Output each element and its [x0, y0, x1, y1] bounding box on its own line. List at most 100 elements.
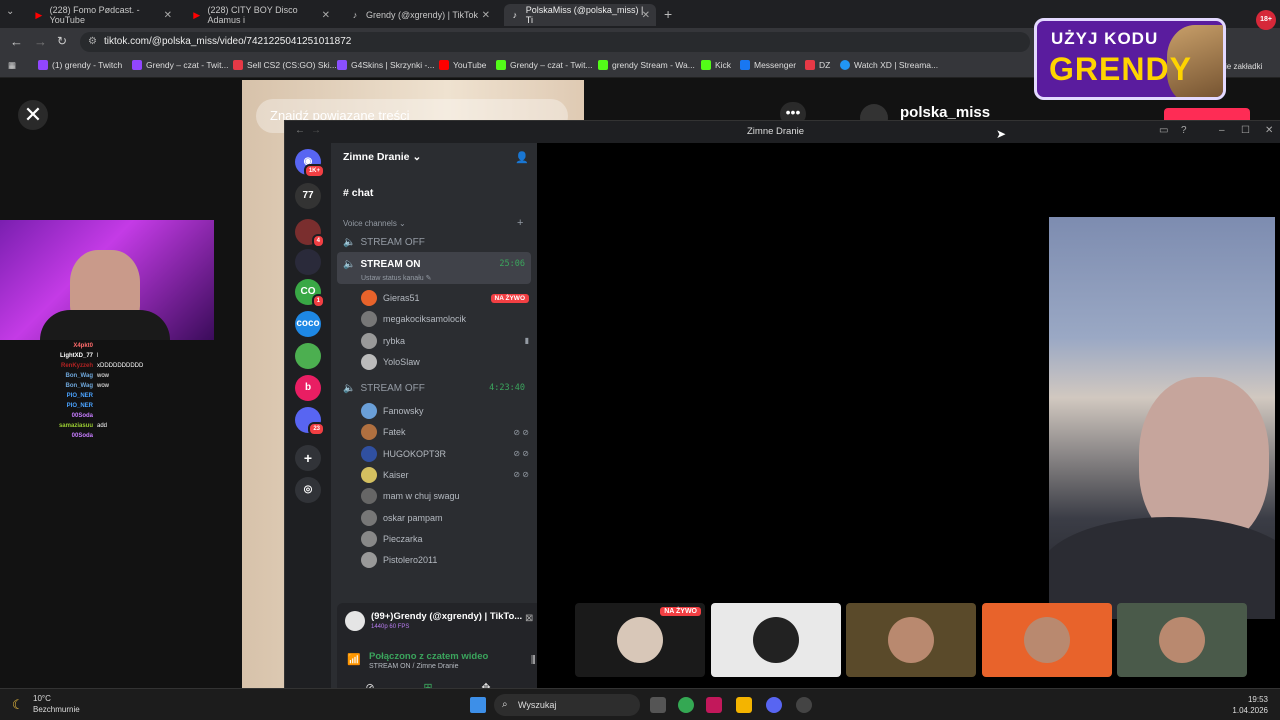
mute-deafen-icon: ⊘ ⊘	[513, 427, 529, 437]
server-icon[interactable]: coco	[295, 311, 321, 337]
voice-channel-stream-on[interactable]: 🔈 STREAM ON 25:06	[343, 259, 529, 270]
tab-tiktok-grendy[interactable]: ♪ Grendy (@xgrendy) | TikTok ✕	[344, 4, 496, 26]
server-label: b	[304, 382, 312, 393]
connection-status[interactable]: Połączono z czatem wideo	[369, 651, 488, 662]
voice-channel-stream-off-1[interactable]: 🔈 STREAM OFF	[343, 237, 529, 248]
streamer-body	[40, 310, 170, 340]
voice-channel-stream-off-2[interactable]: 🔈 STREAM OFF 4:23:40	[343, 383, 529, 394]
close-tab-icon[interactable]: ✕	[642, 10, 650, 21]
close-tab-icon[interactable]: ✕	[482, 10, 490, 21]
task-view-icon[interactable]	[650, 697, 666, 713]
forward-icon[interactable]: →	[34, 34, 47, 49]
url-field[interactable]: ⚙ tiktok.com/@polska_miss/video/74212250…	[80, 32, 1030, 52]
bookmark-2[interactable]: Grendy – czat - Twit...	[132, 60, 229, 70]
add-member-icon[interactable]: 👤	[515, 151, 529, 164]
app-icon[interactable]	[706, 697, 722, 713]
bookmark-5[interactable]: YouTube	[439, 60, 486, 70]
signal-icon[interactable]: 📶	[347, 653, 361, 666]
guild-name[interactable]: Zimne Dranie ⌄	[343, 151, 421, 163]
bookmark-11[interactable]: Watch XD | Streama...	[840, 60, 938, 70]
bookmark-6[interactable]: Grendy – czat - Twit...	[496, 60, 593, 70]
discover-icon[interactable]: ◎	[295, 477, 321, 503]
apps-icon[interactable]: ▦	[8, 60, 16, 71]
channel-status[interactable]: Ustaw status kanału ✎	[361, 274, 431, 282]
server-icon[interactable]	[295, 343, 321, 369]
chat-message: 00Soda	[0, 431, 214, 441]
tab-search-icon[interactable]: ⌄	[6, 6, 14, 17]
inbox-icon[interactable]: ▭	[1159, 125, 1168, 136]
bookmark-7[interactable]: grendy Stream - Wa...	[598, 60, 695, 70]
steam-icon[interactable]	[796, 697, 812, 713]
tab-youtube-1[interactable]: ▶ (228) Fomo Pødcast. - YouTube ✕	[28, 4, 178, 26]
close-tab-icon[interactable]: ✕	[164, 10, 172, 21]
mouse-cursor-icon: ➤	[996, 127, 1007, 141]
bookmark-1[interactable]: (1) grendy - Twitch	[38, 60, 122, 70]
voice-member[interactable]: YoloSlaw	[361, 353, 529, 370]
tab-youtube-2[interactable]: ▶ (228) CITY BOY Disco Adamus i ✕	[186, 4, 336, 26]
voice-member[interactable]: rybka ▮	[361, 332, 529, 349]
tab-tiktok-polskamiss[interactable]: ♪ PolskaMiss (@polska_miss) | Ti ✕	[504, 4, 656, 26]
server-icon[interactable]: 4	[295, 219, 325, 248]
minimize-button[interactable]: –	[1219, 125, 1225, 136]
voice-member[interactable]: oskar pampam	[361, 509, 529, 526]
back-arrow-icon[interactable]: ←	[295, 125, 305, 136]
voice-member[interactable]: megakociksamolocik	[361, 311, 529, 328]
participant-tile[interactable]	[846, 603, 976, 677]
file-explorer-icon[interactable]	[736, 697, 752, 713]
voice-member[interactable]: mam w chuj swagu	[361, 488, 529, 505]
back-icon[interactable]: ←	[10, 34, 23, 49]
voice-member[interactable]: Pieczarka	[361, 530, 529, 547]
close-tab-icon[interactable]: ✕	[322, 10, 330, 21]
all-bookmarks[interactable]: ie zakładki	[1225, 62, 1262, 71]
channel-chat[interactable]: # chat	[343, 187, 373, 199]
participant-tile[interactable]: NA ŻYWO	[575, 603, 705, 677]
add-server-icon[interactable]: +	[295, 445, 321, 471]
reload-icon[interactable]: ↻	[57, 34, 67, 48]
main-video-feed[interactable]	[1049, 217, 1275, 619]
new-tab-button[interactable]: +	[664, 6, 672, 22]
member-name: Pieczarka	[383, 533, 423, 544]
start-button[interactable]	[470, 697, 486, 713]
voice-member[interactable]: Kaiser ⊘ ⊘	[361, 466, 529, 483]
server-icon[interactable]: 77	[295, 183, 321, 209]
member-name: oskar pampam	[383, 512, 443, 523]
voice-member[interactable]: Gieras51 NA ŻYWO	[361, 290, 529, 306]
close-window-button[interactable]: ✕	[1265, 125, 1273, 136]
help-icon[interactable]: ?	[1181, 125, 1187, 136]
avatar	[361, 509, 377, 526]
voice-member[interactable]: Pistolero2011	[361, 552, 529, 569]
bookmark-10[interactable]: DZ	[805, 60, 830, 70]
bookmark-4[interactable]: G4Skins | Skrzynki -...	[337, 60, 434, 70]
bookmark-8[interactable]: Kick	[701, 60, 731, 70]
server-icon[interactable]: CO 1	[295, 279, 325, 308]
forward-arrow-icon[interactable]: →	[311, 125, 321, 136]
participant-avatar	[1023, 617, 1070, 663]
server-icon[interactable]: b	[295, 375, 321, 401]
activity-name[interactable]: (99+)Grendy (@xgrendy) | TikTo...	[371, 611, 522, 622]
stream-chat: X4pkt0 LightXD_77 l RenKyzzeh xDDDDDDDDDD Bon…	[0, 341, 214, 441]
profile-name[interactable]: polska_miss	[900, 104, 990, 121]
clock[interactable]: 19:53 1.04.2026	[1232, 694, 1268, 716]
bookmark-3[interactable]: Sell CS2 (CS:GO) Ski...	[233, 60, 337, 70]
close-icon[interactable]: ✕	[18, 100, 48, 130]
server-icon[interactable]	[295, 249, 321, 275]
voice-member[interactable]: Fanowsky	[361, 403, 529, 419]
chat-username: samaziasuu	[58, 423, 93, 429]
voice-category[interactable]: Voice channels ⌄	[343, 219, 406, 228]
voice-member[interactable]: HUGOKOPT3R ⊘ ⊘	[361, 445, 529, 462]
participant-tile[interactable]	[981, 603, 1112, 677]
stop-stream-icon[interactable]: ⊠	[525, 613, 533, 624]
add-channel-icon[interactable]: +	[517, 217, 523, 229]
maximize-button[interactable]: ☐	[1241, 125, 1250, 136]
dm-home-icon[interactable]: ◉ 1K+	[295, 149, 325, 178]
discord-icon[interactable]	[766, 697, 782, 713]
site-info-icon[interactable]: ⚙	[88, 32, 97, 52]
participant-tile[interactable]	[1117, 603, 1247, 677]
taskbar-search[interactable]: ⌕ Wyszukaj	[494, 694, 640, 716]
server-icon[interactable]: 23	[295, 407, 325, 436]
chrome-icon[interactable]	[678, 697, 694, 713]
bookmark-9[interactable]: Messenger	[740, 60, 796, 70]
voice-member[interactable]: Fatek ⊘ ⊘	[361, 424, 529, 441]
noise-icon[interactable]: ⫼	[531, 655, 536, 666]
participant-tile[interactable]	[710, 603, 841, 677]
